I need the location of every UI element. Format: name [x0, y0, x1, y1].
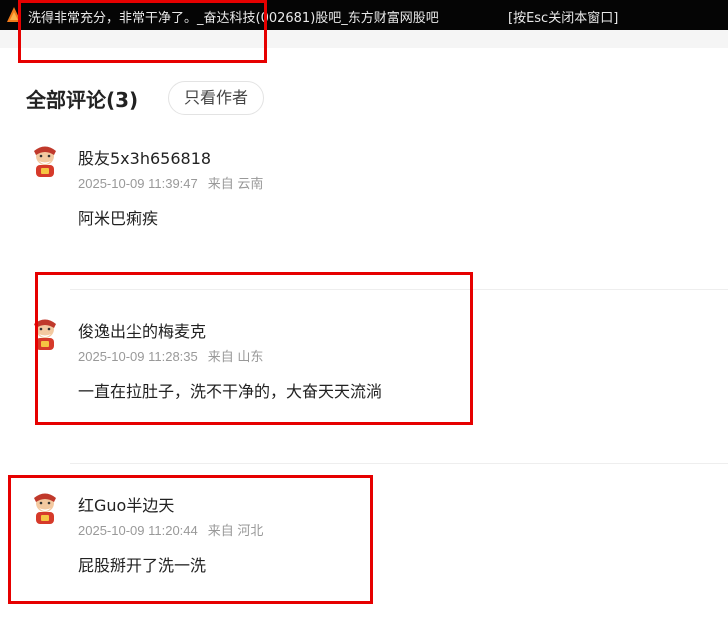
- comment-text: 阿米巴痢疾: [78, 209, 159, 228]
- annotation-box-comment-3: [8, 475, 373, 604]
- author-only-button[interactable]: 只看作者: [168, 81, 264, 115]
- annotation-box-title: [18, 0, 267, 63]
- comments-count-title: 全部评论(3): [26, 88, 139, 112]
- comment-divider: [70, 463, 728, 464]
- avatar[interactable]: [30, 145, 60, 179]
- comment-username[interactable]: 股友5x3h656818: [78, 145, 211, 169]
- comment-time: 2025-10-09 11:39:47: [78, 176, 198, 191]
- esc-close-hint: [按Esc关闭本窗口]: [508, 11, 619, 26]
- comment-item: 股友5x3h656818 2025-10-09 11:39:47 来自 云南 阿米…: [0, 145, 728, 275]
- comment-location: 来自 云南: [207, 176, 264, 191]
- annotation-box-comment-2: [35, 272, 473, 425]
- comment-meta: 2025-10-09 11:39:47 来自 云南: [78, 173, 263, 192]
